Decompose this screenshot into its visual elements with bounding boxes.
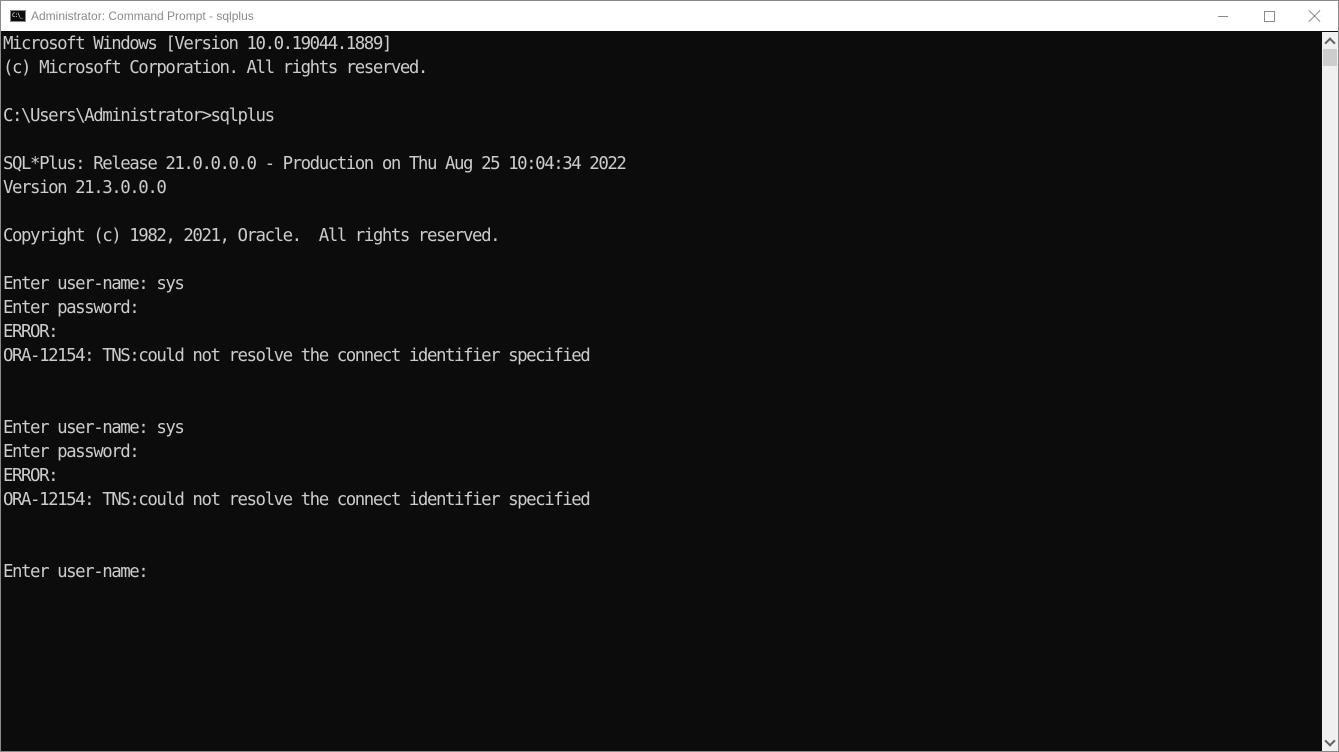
console-line: Copyright (c) 1982, 2021, Oracle. All ri… — [3, 226, 501, 246]
console-text: Microsoft Windows [Version 10.0.19044.18… — [1, 32, 1322, 584]
minimize-icon — [1218, 15, 1228, 17]
window-controls — [1200, 1, 1338, 31]
console-line: Enter user-name: sys — [3, 274, 185, 294]
scroll-up-button[interactable] — [1322, 32, 1338, 49]
minimize-button[interactable] — [1200, 1, 1246, 31]
console-line: ERROR: — [3, 466, 59, 486]
vertical-scrollbar[interactable] — [1322, 32, 1338, 751]
console-line: Microsoft Windows [Version 10.0.19044.18… — [3, 34, 392, 54]
scroll-down-button[interactable] — [1322, 734, 1338, 751]
console-line: Enter password: — [3, 298, 140, 318]
scroll-thumb[interactable] — [1323, 49, 1337, 66]
console-output[interactable]: Microsoft Windows [Version 10.0.19044.18… — [1, 32, 1322, 751]
window-title: Administrator: Command Prompt - sqlplus — [31, 9, 254, 23]
console-line: ERROR: — [3, 322, 59, 342]
cmd-icon[interactable]: C:\_ — [10, 10, 26, 22]
console-line: Version 21.3.0.0.0 — [3, 178, 167, 198]
close-button[interactable] — [1292, 1, 1338, 31]
close-icon — [1309, 10, 1321, 22]
maximize-button[interactable] — [1246, 1, 1292, 31]
chevron-down-icon — [1324, 734, 1336, 747]
console-line: (c) Microsoft Corporation. All rights re… — [3, 58, 428, 78]
console-line: Enter password: — [3, 442, 140, 462]
console-line: Enter user-name: — [3, 562, 149, 582]
title-bar[interactable]: C:\_ Administrator: Command Prompt - sql… — [1, 1, 1338, 31]
console-line: Enter user-name: sys — [3, 418, 185, 438]
console-line: C:\Users\Administrator>sqlplus — [3, 106, 275, 126]
command-prompt-window: C:\_ Administrator: Command Prompt - sql… — [0, 0, 1339, 752]
chevron-up-icon — [1324, 36, 1336, 49]
console-line: SQL*Plus: Release 21.0.0.0.0 - Productio… — [3, 154, 627, 174]
console-line: ORA-12154: TNS:could not resolve the con… — [3, 490, 591, 510]
console-line: ORA-12154: TNS:could not resolve the con… — [3, 346, 591, 366]
maximize-icon — [1263, 10, 1275, 22]
